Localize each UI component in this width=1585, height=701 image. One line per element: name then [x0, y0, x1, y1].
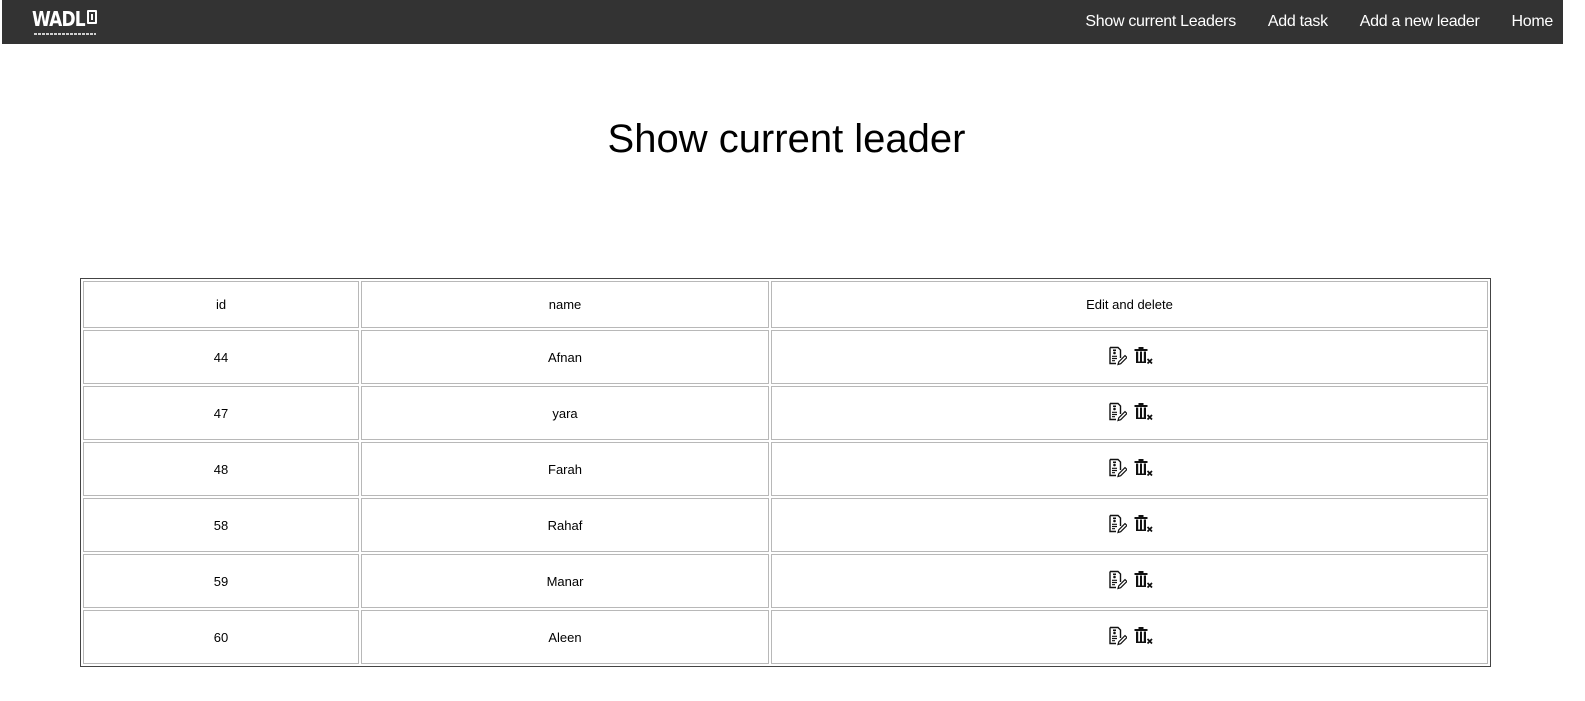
cell-name: Afnan	[361, 330, 769, 384]
leaders-table: id name Edit and delete 44 Afnan 47 yara 48 F…	[80, 278, 1491, 667]
edit-icon[interactable]	[1107, 458, 1127, 478]
cell-id: 60	[83, 610, 359, 664]
edit-icon[interactable]	[1107, 514, 1127, 534]
top-navbar: WADL Show current Leaders Add task Add a…	[2, 0, 1563, 44]
table-header: id name Edit and delete	[83, 281, 1488, 328]
table-row: 44 Afnan	[83, 330, 1488, 384]
cell-name: Farah	[361, 442, 769, 496]
row-actions	[1107, 626, 1153, 646]
cell-id: 48	[83, 442, 359, 496]
cell-name: Manar	[361, 554, 769, 608]
header-actions: Edit and delete	[771, 281, 1488, 328]
header-row: id name Edit and delete	[83, 281, 1488, 328]
delete-icon[interactable]	[1133, 570, 1153, 590]
logo-tagline	[34, 33, 96, 35]
cell-id: 58	[83, 498, 359, 552]
page-title: Show current leader	[607, 117, 966, 161]
cell-actions	[771, 330, 1488, 384]
row-actions	[1107, 514, 1153, 534]
table-row: 47 yara	[83, 386, 1488, 440]
edit-icon[interactable]	[1107, 626, 1127, 646]
cell-actions	[771, 442, 1488, 496]
edit-icon[interactable]	[1107, 346, 1127, 366]
nav-link-add-new-leader[interactable]: Add a new leader	[1360, 13, 1480, 31]
table-body: 44 Afnan 47 yara 48 Farah 58 Rahaf 59 Manar 60 Alee…	[83, 330, 1488, 664]
edit-icon[interactable]	[1107, 570, 1127, 590]
delete-icon[interactable]	[1133, 626, 1153, 646]
cell-id: 59	[83, 554, 359, 608]
cell-id: 44	[83, 330, 359, 384]
row-actions	[1107, 346, 1153, 366]
cell-actions	[771, 610, 1488, 664]
row-actions	[1107, 402, 1153, 422]
table-row: 48 Farah	[83, 442, 1488, 496]
delete-icon[interactable]	[1133, 514, 1153, 534]
nav-links: Show current Leaders Add task Add a new …	[1053, 0, 1553, 44]
table-row: 60 Aleen	[83, 610, 1488, 664]
nav-link-show-current-leaders[interactable]: Show current Leaders	[1085, 13, 1236, 31]
nav-link-home[interactable]: Home	[1512, 13, 1554, 31]
cell-name: Aleen	[361, 610, 769, 664]
cell-actions	[771, 498, 1488, 552]
cell-id: 47	[83, 386, 359, 440]
header-name: name	[361, 281, 769, 328]
edit-icon[interactable]	[1107, 402, 1127, 422]
delete-icon[interactable]	[1133, 402, 1153, 422]
row-actions	[1107, 570, 1153, 590]
site-logo[interactable]: WADL	[32, 6, 102, 38]
table-row: 59 Manar	[83, 554, 1488, 608]
delete-icon[interactable]	[1133, 458, 1153, 478]
delete-icon[interactable]	[1133, 346, 1153, 366]
table-row: 58 Rahaf	[83, 498, 1488, 552]
cell-name: yara	[361, 386, 769, 440]
row-actions	[1107, 458, 1153, 478]
logo-text: WADL	[32, 7, 86, 31]
logo-mark-icon	[87, 10, 97, 24]
cell-actions	[771, 554, 1488, 608]
cell-name: Rahaf	[361, 498, 769, 552]
cell-actions	[771, 386, 1488, 440]
header-id: id	[83, 281, 359, 328]
nav-link-add-task[interactable]: Add task	[1268, 13, 1328, 31]
